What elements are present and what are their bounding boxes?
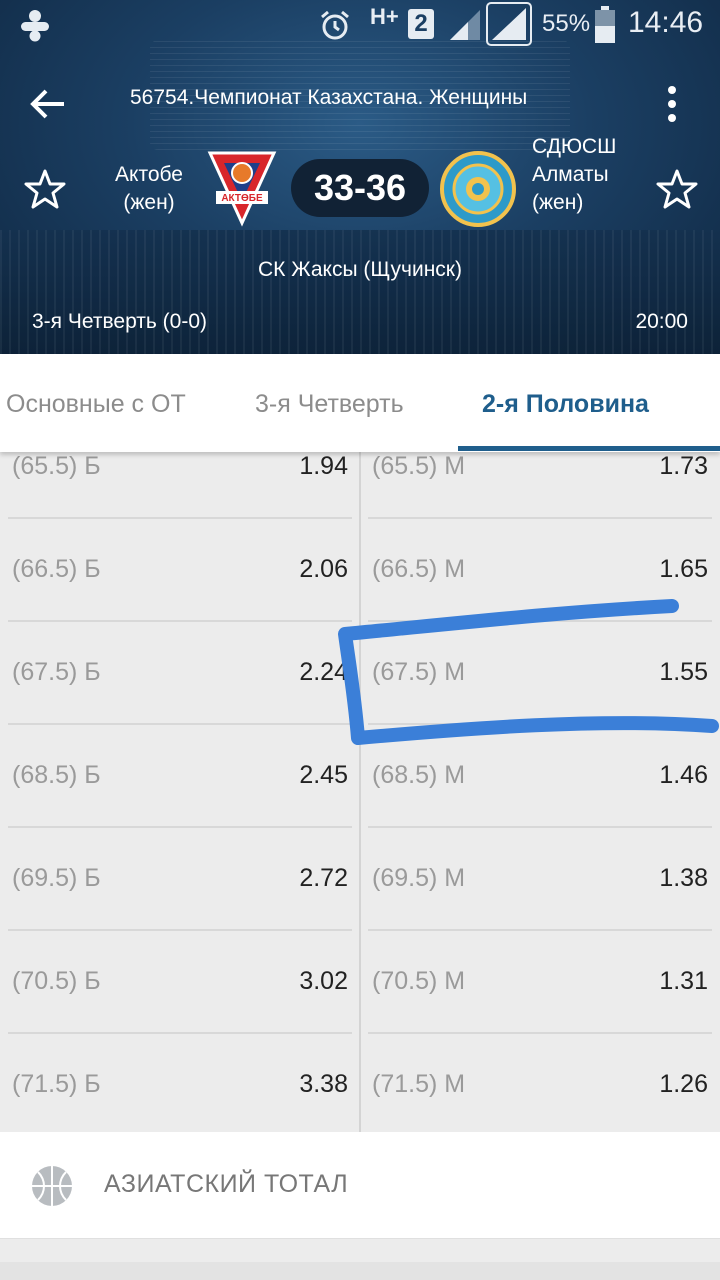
battery-percent: 55%	[542, 10, 591, 37]
under-odd[interactable]: (68.5) М 1.46	[368, 725, 712, 827]
odds-row: (65.5) Б 1.94 (65.5) М 1.73	[0, 452, 720, 519]
under-value: 1.46	[659, 761, 708, 789]
clock: 14:46	[628, 6, 704, 39]
top-bar: 56754.Чемпионат Казахстана. Женщины	[0, 72, 720, 132]
under-value: 1.26	[659, 1070, 708, 1098]
period-info: 3-я Четверть (0-0)	[32, 310, 208, 333]
over-value: 2.72	[299, 864, 348, 892]
over-odd[interactable]: (68.5) Б 2.45	[8, 725, 352, 827]
under-label: (65.5) М	[372, 452, 466, 480]
away-team-name: СДЮСШ Алматы (жен)	[532, 135, 617, 214]
signal-icon	[450, 10, 480, 40]
app-notification-icon	[21, 10, 49, 42]
odds-row: (71.5) Б 3.38 (71.5) М 1.26	[0, 1034, 720, 1132]
under-label: (70.5) М	[372, 967, 466, 995]
favorite-away-star-icon[interactable]	[656, 169, 698, 209]
more-options-icon[interactable]	[662, 84, 682, 124]
under-odd[interactable]: (70.5) М 1.31	[368, 931, 712, 1033]
under-label: (66.5) М	[372, 555, 466, 583]
under-value: 1.38	[659, 864, 708, 892]
over-value: 2.45	[299, 761, 348, 789]
under-value: 1.65	[659, 555, 708, 583]
over-odd[interactable]: (67.5) Б 2.24	[8, 622, 352, 724]
odds-list: (65.5) Б 1.94 (65.5) М 1.73 (66.5) Б 2.06 (…	[0, 452, 720, 1132]
over-value: 1.94	[299, 452, 348, 480]
over-odd[interactable]: (70.5) Б 3.02	[8, 931, 352, 1033]
under-odd[interactable]: (69.5) М 1.38	[368, 828, 712, 930]
active-tab-indicator	[458, 446, 720, 451]
over-label: (70.5) Б	[12, 967, 101, 995]
tab-main-ot[interactable]: Основные с ОТ	[6, 390, 186, 419]
home-team-logo: АКТӨБЕ	[207, 151, 277, 227]
home-team-name: Актобе (жен)	[115, 163, 183, 214]
over-label: (68.5) Б	[12, 761, 101, 789]
battery-icon	[595, 6, 615, 43]
favorite-home-star-icon[interactable]	[24, 169, 66, 209]
section-title: АЗИАТСКИЙ ТОТАЛ	[104, 1170, 349, 1198]
under-odd[interactable]: (66.5) М 1.65	[368, 519, 712, 621]
over-label: (67.5) Б	[12, 658, 101, 686]
away-team-logo	[440, 151, 516, 227]
odds-row: (67.5) Б 2.24 (67.5) М 1.55	[0, 622, 720, 725]
tab-3rd-quarter[interactable]: 3-я Четверть	[255, 390, 404, 419]
under-odd[interactable]: (71.5) М 1.26	[368, 1034, 712, 1132]
network-type: H+	[370, 4, 399, 29]
basketball-icon	[32, 1166, 72, 1206]
match-header: H+ 2 55% 14:46 56754.Чемпионат Казахстан…	[0, 0, 720, 354]
teams-row: Актобе (жен) АКТӨБЕ 33-36 СДЮСШ Алматы (…	[0, 135, 720, 245]
over-value: 3.38	[299, 1070, 348, 1098]
odds-row: (68.5) Б 2.45 (68.5) М 1.46	[0, 725, 720, 828]
over-label: (69.5) Б	[12, 864, 101, 892]
over-label: (66.5) Б	[12, 555, 101, 583]
under-value: 1.31	[659, 967, 708, 995]
under-label: (67.5) М	[372, 658, 466, 686]
game-time: 20:00	[635, 310, 688, 333]
odds-row: (66.5) Б 2.06 (66.5) М 1.65	[0, 519, 720, 622]
under-odd[interactable]: (67.5) М 1.55	[368, 622, 712, 724]
over-odd[interactable]: (69.5) Б 2.72	[8, 828, 352, 930]
next-section-edge	[0, 1262, 720, 1280]
venue: СК Жаксы (Щучинск)	[258, 258, 462, 281]
signal-selected-icon	[486, 2, 532, 46]
asian-total-section[interactable]: АЗИАТСКИЙ ТОТАЛ	[0, 1132, 720, 1239]
back-arrow-icon[interactable]	[28, 86, 68, 122]
under-value: 1.73	[659, 452, 708, 480]
under-label: (69.5) М	[372, 864, 466, 892]
odds-row: (70.5) Б 3.02 (70.5) М 1.31	[0, 931, 720, 1034]
over-label: (65.5) Б	[12, 452, 101, 480]
status-bar: H+ 2 55% 14:46	[0, 0, 720, 52]
under-value: 1.55	[659, 658, 708, 686]
over-odd[interactable]: (65.5) Б 1.94	[8, 452, 352, 518]
market-tabs: Основные с ОТ 3-я Четверть 2-я Половина	[0, 354, 720, 452]
over-value: 3.02	[299, 967, 348, 995]
over-odd[interactable]: (66.5) Б 2.06	[8, 519, 352, 621]
under-label: (71.5) М	[372, 1070, 466, 1098]
odds-row: (69.5) Б 2.72 (69.5) М 1.38	[0, 828, 720, 931]
over-odd[interactable]: (71.5) Б 3.38	[8, 1034, 352, 1132]
sim-badge: 2	[408, 9, 434, 39]
svg-text:АКТӨБЕ: АКТӨБЕ	[221, 193, 263, 204]
under-label: (68.5) М	[372, 761, 466, 789]
over-value: 2.24	[299, 658, 348, 686]
match-score: 33-36	[291, 159, 429, 217]
over-label: (71.5) Б	[12, 1070, 101, 1098]
over-value: 2.06	[299, 555, 348, 583]
championship-title: 56754.Чемпионат Казахстана. Женщины	[130, 86, 528, 109]
tab-2nd-half[interactable]: 2-я Половина	[482, 390, 649, 419]
under-odd[interactable]: (65.5) М 1.73	[368, 452, 712, 518]
alarm-icon	[321, 10, 349, 40]
